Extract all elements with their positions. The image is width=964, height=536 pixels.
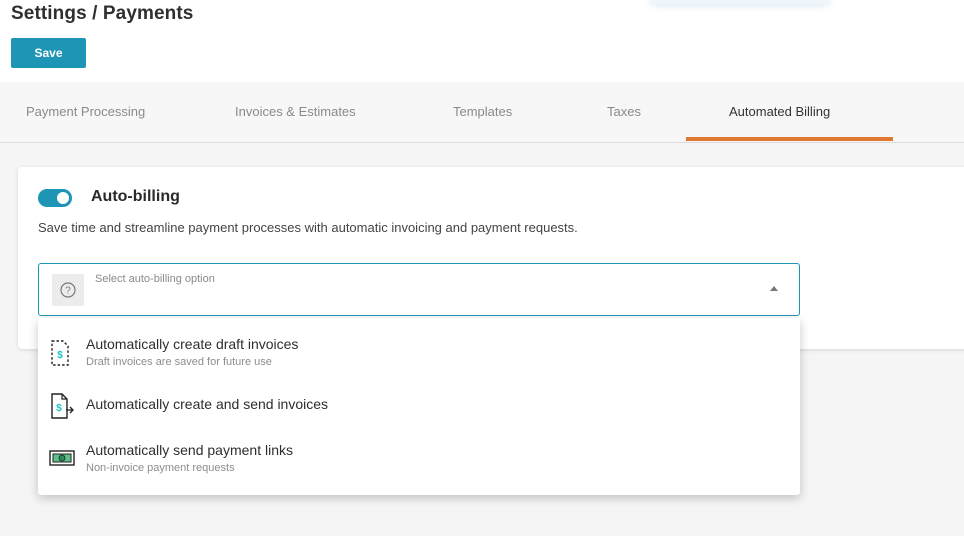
- draft-invoice-icon: $: [49, 339, 71, 372]
- option-title: Automatically create draft invoices: [86, 336, 299, 352]
- option-create-draft-invoices[interactable]: $ Automatically create draft invoices Dr…: [38, 324, 800, 380]
- auto-billing-description: Save time and streamline payment process…: [38, 220, 578, 235]
- tab-templates[interactable]: Templates: [453, 82, 512, 142]
- select-placeholder: Select auto-billing option: [95, 273, 215, 285]
- toggle-knob: [57, 192, 69, 204]
- send-invoice-icon: $: [49, 392, 75, 425]
- auto-billing-title: Auto-billing: [91, 188, 180, 205]
- option-subtitle: Non-invoice payment requests: [86, 462, 235, 474]
- option-create-send-invoices[interactable]: $ Automatically create and send invoices: [38, 384, 800, 428]
- svg-text:$: $: [56, 403, 62, 414]
- tab-payment-processing[interactable]: Payment Processing: [26, 82, 145, 142]
- option-title: Automatically create and send invoices: [86, 396, 329, 412]
- auto-billing-toggle[interactable]: [38, 189, 72, 207]
- page-title: Settings / Payments: [11, 3, 194, 24]
- save-button[interactable]: Save: [11, 38, 86, 68]
- tab-taxes[interactable]: Taxes: [607, 82, 641, 142]
- caret-up-icon[interactable]: [770, 286, 778, 291]
- auto-billing-select[interactable]: ? Select auto-billing option: [38, 263, 800, 316]
- option-send-payment-links[interactable]: Automatically send payment links Non-inv…: [38, 432, 800, 490]
- svg-text:$: $: [57, 350, 63, 361]
- option-subtitle: Draft invoices are saved for future use: [86, 356, 272, 368]
- tab-automated-billing[interactable]: Automated Billing: [729, 82, 830, 142]
- notification-banner-edge: [650, 0, 830, 4]
- auto-billing-dropdown: $ Automatically create draft invoices Dr…: [38, 318, 800, 495]
- question-icon: ?: [52, 274, 84, 306]
- tab-invoices-estimates[interactable]: Invoices & Estimates: [235, 82, 356, 142]
- option-title: Automatically send payment links: [86, 442, 293, 458]
- settings-tabs: Payment Processing Invoices & Estimates …: [0, 82, 964, 143]
- svg-text:?: ?: [65, 286, 71, 297]
- page-header: Settings / Payments Save: [0, 0, 964, 82]
- money-bill-icon: [49, 449, 75, 472]
- active-tab-indicator: [686, 137, 893, 141]
